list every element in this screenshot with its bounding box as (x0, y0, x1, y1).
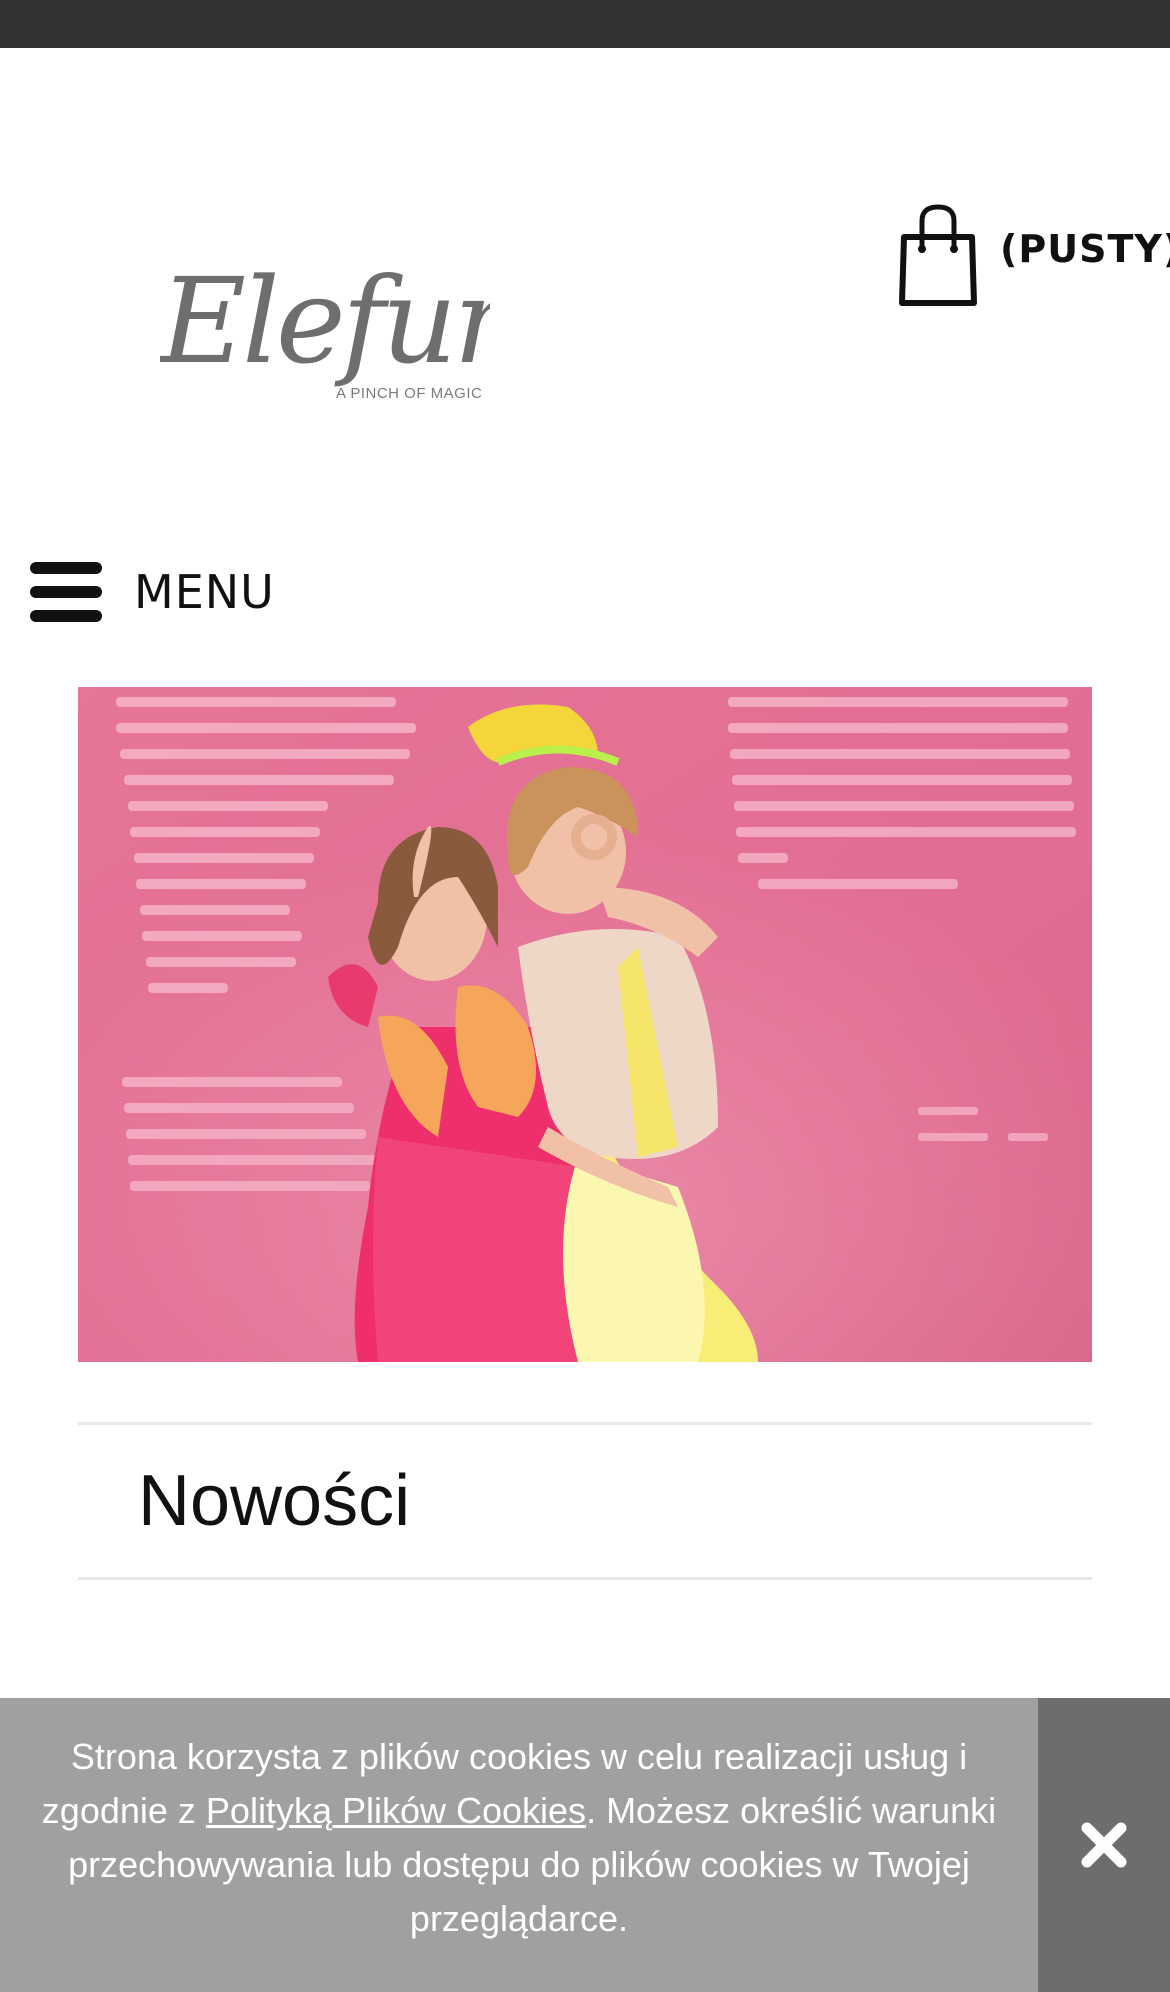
cookie-close-button[interactable] (1038, 1698, 1170, 1992)
hero-banner[interactable] (78, 687, 1092, 1362)
logo-artwork: Elefunt A PINCH OF MAGIC (158, 252, 577, 402)
cookie-message: Strona korzysta z plików cookies w celu … (0, 1698, 1038, 1992)
close-icon (1081, 1822, 1127, 1868)
section-new-products: Nowości (78, 1422, 1092, 1580)
hero-image (78, 687, 1092, 1362)
site-logo[interactable]: Elefunt A PINCH OF MAGIC (158, 236, 577, 416)
cookie-policy-link[interactable]: Polityką Plików Cookies (206, 1790, 586, 1831)
menu-label: MENU (134, 565, 275, 619)
svg-text:A PINCH OF MAGIC: A PINCH OF MAGIC (336, 385, 482, 402)
cookie-banner: Strona korzysta z plików cookies w celu … (0, 1698, 1170, 1992)
section-title: Nowości (138, 1461, 411, 1541)
cart-status: (PUSTY) (1000, 227, 1170, 271)
top-bar (0, 0, 1170, 48)
svg-text:Elefunt: Elefunt (160, 252, 490, 390)
hamburger-icon (30, 562, 102, 622)
cart-link[interactable]: (PUSTY) (898, 200, 1170, 310)
menu-toggle[interactable]: MENU (28, 552, 275, 632)
shopping-bag-icon (899, 204, 977, 306)
